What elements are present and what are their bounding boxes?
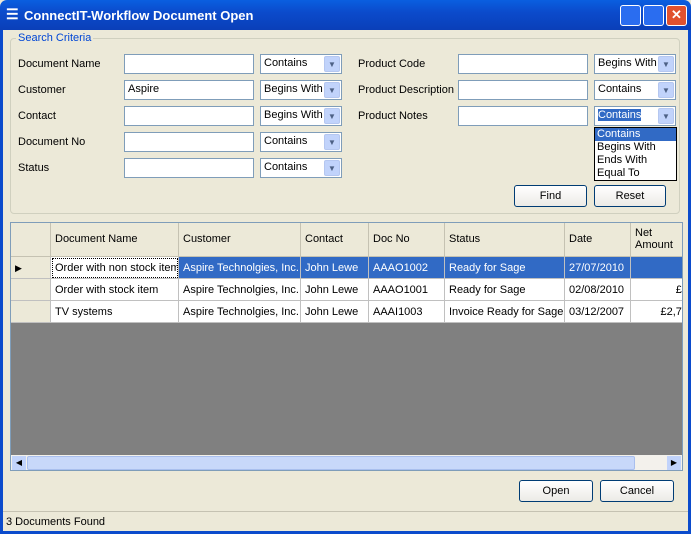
window-title: ConnectIT-Workflow Document Open (24, 8, 254, 23)
chevron-down-icon[interactable]: ▼ (324, 108, 340, 124)
row-selector[interactable] (11, 301, 51, 323)
search-input[interactable] (124, 54, 254, 74)
column-header[interactable]: Date (565, 223, 631, 257)
cancel-button[interactable]: Cancel (600, 480, 674, 502)
status-bar: 3 Documents Found (3, 511, 688, 531)
match-select[interactable]: Contains ▼ (594, 80, 676, 100)
minimize-button[interactable] (620, 5, 641, 26)
table-cell[interactable]: Aspire Technolgies, Inc. (179, 301, 301, 323)
open-button[interactable]: Open (519, 480, 593, 502)
column-header[interactable]: Document Name (51, 223, 179, 257)
horizontal-scrollbar[interactable]: ◀ ▶ (11, 455, 682, 470)
table-cell[interactable]: £2,79 (631, 301, 682, 323)
scroll-right-icon[interactable]: ▶ (667, 456, 681, 470)
chevron-down-icon[interactable]: ▼ (658, 82, 674, 98)
row-header-corner (11, 223, 51, 257)
column-header[interactable]: Doc No (369, 223, 445, 257)
maximize-button[interactable] (643, 5, 664, 26)
chevron-down-icon[interactable]: ▼ (324, 134, 340, 150)
match-select[interactable]: Begins With ▼ (260, 80, 342, 100)
table-cell[interactable]: Invoice Ready for Sage (445, 301, 565, 323)
close-button[interactable]: ✕ (666, 5, 687, 26)
field-label: Document Name (18, 58, 101, 70)
search-input[interactable] (124, 106, 254, 126)
field-label: Status (18, 162, 50, 174)
table-cell[interactable]: Order with non stock item (51, 257, 179, 279)
scroll-left-icon[interactable]: ◀ (12, 456, 26, 470)
table-cell[interactable]: AAAO1001 (369, 279, 445, 301)
table-cell[interactable]: £1 (631, 279, 682, 301)
search-input[interactable] (458, 80, 588, 100)
row-selector[interactable]: ▶ (11, 257, 51, 279)
table-cell[interactable]: 02/08/2010 (565, 279, 631, 301)
match-select[interactable]: Contains ▼ (260, 54, 342, 74)
chevron-down-icon[interactable]: ▼ (658, 108, 674, 124)
column-header[interactable]: Net Amount (631, 223, 682, 257)
table-cell[interactable]: £ (631, 257, 682, 279)
dropdown-option[interactable]: Equal To (595, 167, 676, 180)
field-label: Product Notes (358, 110, 428, 122)
scroll-thumb[interactable] (27, 456, 635, 470)
field-label: Customer (18, 84, 66, 96)
search-input[interactable] (458, 54, 588, 74)
field-label: Document No (18, 136, 86, 148)
chevron-down-icon[interactable]: ▼ (324, 56, 340, 72)
table-cell[interactable]: John Lewe (301, 279, 369, 301)
search-criteria-label: Search Criteria (16, 32, 94, 44)
field-label: Product Code (358, 58, 426, 70)
field-label: Product Description (358, 84, 454, 96)
column-header[interactable]: Status (445, 223, 565, 257)
match-select[interactable]: Contains ▼ (260, 132, 342, 152)
table-cell[interactable]: Aspire Technolgies, Inc. (179, 279, 301, 301)
match-select[interactable]: Contains ▼ (260, 158, 342, 178)
chevron-down-icon[interactable]: ▼ (324, 82, 340, 98)
table-cell[interactable]: 27/07/2010 (565, 257, 631, 279)
match-dropdown-list[interactable]: Contains Begins With Ends With Equal To (594, 127, 677, 181)
chevron-down-icon[interactable]: ▼ (658, 56, 674, 72)
table-cell[interactable]: 03/12/2007 (565, 301, 631, 323)
field-label: Contact (18, 110, 56, 122)
row-selector[interactable] (11, 279, 51, 301)
search-input[interactable] (124, 158, 254, 178)
dropdown-option[interactable]: Begins With (595, 141, 676, 154)
search-input[interactable]: Aspire (124, 80, 254, 100)
match-select[interactable]: Begins With ▼ (260, 106, 342, 126)
table-cell[interactable]: TV systems (51, 301, 179, 323)
search-input[interactable] (124, 132, 254, 152)
title-bar: ☰ ConnectIT-Workflow Document Open ✕ (0, 0, 691, 30)
dropdown-option[interactable]: Contains (595, 128, 676, 141)
table-cell[interactable]: Ready for Sage (445, 279, 565, 301)
table-cell[interactable]: AAAO1002 (369, 257, 445, 279)
column-header[interactable]: Customer (179, 223, 301, 257)
table-cell[interactable]: Aspire Technolgies, Inc. (179, 257, 301, 279)
table-cell[interactable]: Ready for Sage (445, 257, 565, 279)
column-header[interactable]: Contact (301, 223, 369, 257)
search-input[interactable] (458, 106, 588, 126)
app-menu-icon[interactable]: ☰ (6, 6, 19, 23)
chevron-down-icon[interactable]: ▼ (324, 160, 340, 176)
match-select[interactable]: Contains ▼ (594, 106, 676, 126)
table-cell[interactable]: John Lewe (301, 301, 369, 323)
table-cell[interactable]: Order with stock item (51, 279, 179, 301)
documents-grid[interactable]: ◀ ▶ Document Name Customer Contact Doc No St… (10, 222, 683, 471)
reset-button[interactable]: Reset (594, 185, 666, 207)
find-button[interactable]: Find (514, 185, 587, 207)
table-cell[interactable]: AAAI1003 (369, 301, 445, 323)
table-cell[interactable]: John Lewe (301, 257, 369, 279)
dropdown-option[interactable]: Ends With (595, 154, 676, 167)
match-select[interactable]: Begins With ▼ (594, 54, 676, 74)
